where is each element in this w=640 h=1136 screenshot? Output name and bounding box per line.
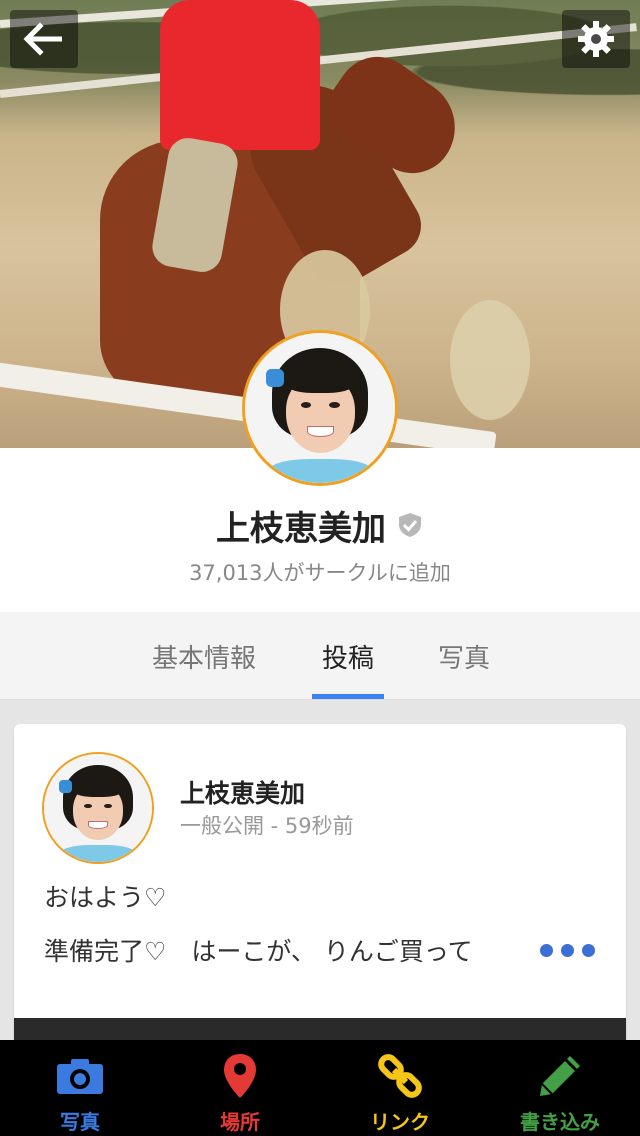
bottom-nav: 写真 場所 リンク 書き込み — [0, 1040, 640, 1136]
profile-name-row: 上枝恵美加 — [0, 500, 640, 550]
nav-photo-label: 写真 — [60, 1110, 100, 1134]
more-dots-icon[interactable] — [540, 942, 596, 958]
pencil-icon — [535, 1052, 585, 1100]
post-meta: 一般公開 - 59秒前 — [180, 814, 354, 838]
profile-tabs: 基本情報 投稿 写真 — [0, 612, 640, 700]
post-text-line: おはよう♡ — [44, 883, 167, 912]
post-card[interactable]: 上枝恵美加 一般公開 - 59秒前 おはよう♡ 準備完了♡ はーこが、 りんご買… — [14, 724, 626, 1054]
nav-link-button[interactable]: リンク — [320, 1040, 480, 1136]
nav-place-label: 場所 — [220, 1110, 260, 1134]
follower-count: 37,013人がサークルに追加 — [189, 561, 451, 585]
nav-write-button[interactable]: 書き込み — [480, 1040, 640, 1136]
arrow-left-icon — [23, 22, 62, 56]
back-button[interactable] — [10, 10, 78, 68]
tab-basic-info[interactable]: 基本情報 — [138, 612, 270, 700]
profile-avatar[interactable] — [242, 330, 398, 486]
nav-place-button[interactable]: 場所 — [160, 1040, 320, 1136]
link-icon — [375, 1052, 425, 1100]
profile-name: 上枝恵美加 — [216, 508, 386, 549]
post-author-avatar[interactable] — [42, 752, 154, 864]
verified-shield-icon — [396, 511, 424, 539]
nav-link-label: リンク — [370, 1110, 430, 1134]
camera-icon — [55, 1052, 105, 1100]
tab-photos[interactable]: 写真 — [428, 612, 500, 700]
nav-write-label: 書き込み — [520, 1110, 600, 1134]
gear-icon — [578, 21, 614, 57]
post-text-line: 準備完了♡ はーこが、 りんご買って — [44, 937, 473, 966]
tab-posts[interactable]: 投稿 — [312, 612, 384, 700]
post-author-name[interactable]: 上枝恵美加 — [180, 774, 305, 810]
map-pin-icon — [215, 1052, 265, 1100]
active-tab-indicator — [312, 694, 384, 699]
settings-button[interactable] — [562, 10, 630, 68]
nav-photo-button[interactable]: 写真 — [0, 1040, 160, 1136]
